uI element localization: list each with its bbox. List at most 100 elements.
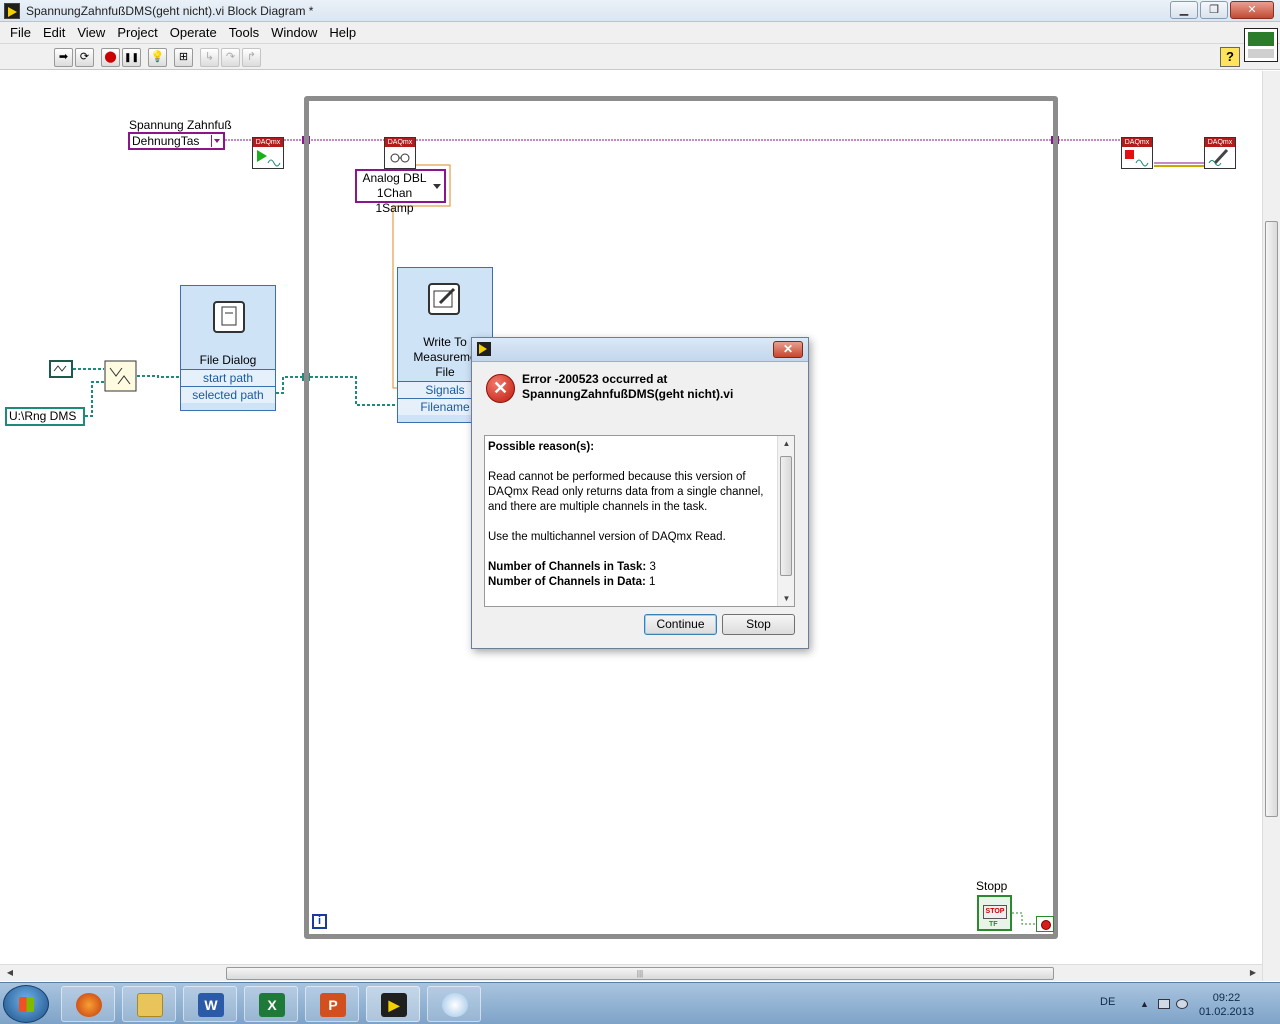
vi-icon[interactable] (1244, 28, 1278, 62)
iteration-terminal: i (312, 914, 327, 929)
abort-button[interactable]: ⬤ (101, 48, 120, 67)
volume-muted-icon[interactable] (1176, 999, 1188, 1009)
ring-label: Spannung Zahnfuß (129, 118, 232, 132)
clock[interactable]: 09:22 01.02.2013 (1199, 991, 1254, 1019)
pause-button[interactable]: ❚❚ (122, 48, 141, 67)
channel-ring-constant[interactable]: DehnungTas (128, 132, 225, 150)
error-dialog: ✕ ✕ Error -200523 occurred at SpannungZa… (471, 337, 809, 649)
stop-square-icon (1125, 150, 1149, 167)
daqmx-tag: DAQmx (253, 138, 283, 147)
error-message-1: Read cannot be performed because this ve… (488, 471, 764, 513)
taskbar-powerpoint[interactable]: P (305, 986, 359, 1022)
path-value: U:\Rng DMS (9, 409, 77, 423)
selected-path-terminal[interactable]: selected path (181, 386, 275, 403)
stop-button-terminal[interactable]: STOP TF (977, 895, 1012, 931)
pencil-icon (433, 287, 456, 308)
polymorphic-selector[interactable]: Analog DBL 1Chan 1Samp (355, 169, 446, 215)
daqmx-read[interactable]: DAQmx (384, 137, 416, 169)
scroll-thumb[interactable]: ||| (226, 967, 1054, 980)
close-button[interactable]: ✕ (1230, 1, 1274, 19)
file-dialog-icon (213, 301, 245, 333)
taskbar-explorer[interactable] (122, 986, 176, 1022)
menu-file[interactable]: File (4, 25, 37, 40)
path-constant[interactable]: U:\Rng DMS (5, 407, 85, 426)
continue-button[interactable]: Continue (644, 614, 717, 635)
channels-data-label: Number of Channels in Data: (488, 576, 646, 588)
scroll-left-icon[interactable]: ◀ (2, 965, 18, 981)
daqmx-clear-task[interactable]: DAQmx (1204, 137, 1236, 169)
start-path-terminal[interactable]: start path (181, 369, 275, 386)
chevron-down-icon[interactable] (432, 183, 442, 191)
step-out-button[interactable]: ↱ (242, 48, 261, 67)
eraser-icon (1208, 148, 1229, 166)
daqmx-start-task[interactable]: DAQmx (252, 137, 284, 169)
loop-condition-terminal[interactable] (1036, 916, 1054, 932)
start-button[interactable] (3, 985, 49, 1023)
step-over-button[interactable]: ↷ (221, 48, 240, 67)
menu-tools[interactable]: Tools (223, 25, 265, 40)
context-help-button[interactable]: ? (1220, 47, 1240, 67)
taskbar-excel[interactable]: X (244, 986, 298, 1022)
daqmx-tag: DAQmx (1122, 138, 1152, 147)
taskbar: W X P ▶ DE ▲ 09:22 01.02.2013 (0, 982, 1280, 1024)
daqmx-tag: DAQmx (385, 138, 415, 147)
highlight-execution-button[interactable]: 💡 (148, 48, 167, 67)
daqmx-stop-task[interactable]: DAQmx (1121, 137, 1153, 169)
channels-data-value: 1 (649, 576, 656, 588)
menu-edit[interactable]: Edit (37, 25, 71, 40)
scroll-down-icon[interactable]: ▼ (778, 591, 794, 606)
window-titlebar: SpannungZahnfußDMS(geht nicht).vi Block … (0, 0, 1280, 22)
stop-button-face: STOP (983, 905, 1007, 919)
show-hidden-icons-icon[interactable]: ▲ (1140, 999, 1149, 1009)
channels-task-value: 3 (649, 561, 656, 573)
scroll-thumb[interactable] (1265, 221, 1278, 817)
folder-icon (137, 993, 163, 1017)
step-into-button[interactable]: ↳ (200, 48, 219, 67)
system-tray: DE ▲ 09:22 01.02.2013 (1070, 983, 1280, 1024)
word-icon: W (198, 993, 224, 1017)
firefox-icon (76, 993, 102, 1017)
document-icon (221, 306, 237, 326)
taskbar-labview[interactable]: ▶ (366, 986, 420, 1022)
path-wire (137, 375, 181, 378)
menu-operate[interactable]: Operate (164, 25, 223, 40)
error-icon: ✕ (486, 374, 515, 403)
scroll-up-icon[interactable]: ▲ (778, 436, 794, 451)
taskbar-paint[interactable] (427, 986, 481, 1022)
dialog-titlebar: ✕ (472, 338, 808, 362)
retain-wire-values-button[interactable]: ⊞ (174, 48, 193, 67)
taskbar-word[interactable]: W (183, 986, 237, 1022)
taskbar-firefox[interactable] (61, 986, 115, 1022)
file-path-icon[interactable] (49, 360, 73, 378)
error-message-box[interactable]: Possible reason(s): Read cannot be perfo… (484, 435, 795, 607)
chevron-down-icon[interactable] (211, 135, 222, 147)
menu-window[interactable]: Window (265, 25, 323, 40)
error-heading-line-2: SpannungZahnfußDMS(geht nicht).vi (522, 387, 734, 401)
menu-view[interactable]: View (71, 25, 111, 40)
scroll-thumb[interactable] (780, 456, 792, 576)
menu-help[interactable]: Help (323, 25, 362, 40)
minimize-button[interactable]: ▁ (1170, 1, 1198, 19)
poly-line-1: Analog DBL (362, 171, 427, 185)
clock-time: 09:22 (1212, 992, 1241, 1004)
window-title: SpannungZahnfußDMS(geht nicht).vi Block … (26, 4, 314, 18)
menu-project[interactable]: Project (111, 25, 163, 40)
build-path-icon[interactable] (104, 360, 137, 392)
ring-value: DehnungTas (132, 134, 200, 148)
labview-dialog-icon (477, 342, 491, 356)
diagram-vertical-scrollbar[interactable] (1262, 71, 1280, 981)
diagram-horizontal-scrollbar[interactable]: ◀ ||| ▶ (0, 964, 1262, 981)
clock-date: 01.02.2013 (1198, 1006, 1254, 1018)
run-continuously-button[interactable]: ⟳ (75, 48, 94, 67)
paint-icon (442, 993, 468, 1017)
dialog-close-button[interactable]: ✕ (773, 341, 803, 358)
message-scrollbar[interactable]: ▲ ▼ (777, 436, 794, 606)
scroll-right-icon[interactable]: ▶ (1245, 965, 1261, 981)
network-icon[interactable] (1158, 999, 1170, 1009)
maximize-button[interactable]: ❐ (1200, 1, 1228, 19)
run-button[interactable]: ➡ (54, 48, 73, 67)
file-dialog-node[interactable]: File Dialog start path selected path (180, 285, 276, 411)
error-message-2: Use the multichannel version of DAQmx Re… (488, 531, 726, 543)
language-indicator[interactable]: DE (1100, 996, 1115, 1008)
stop-button[interactable]: Stop (722, 614, 795, 635)
